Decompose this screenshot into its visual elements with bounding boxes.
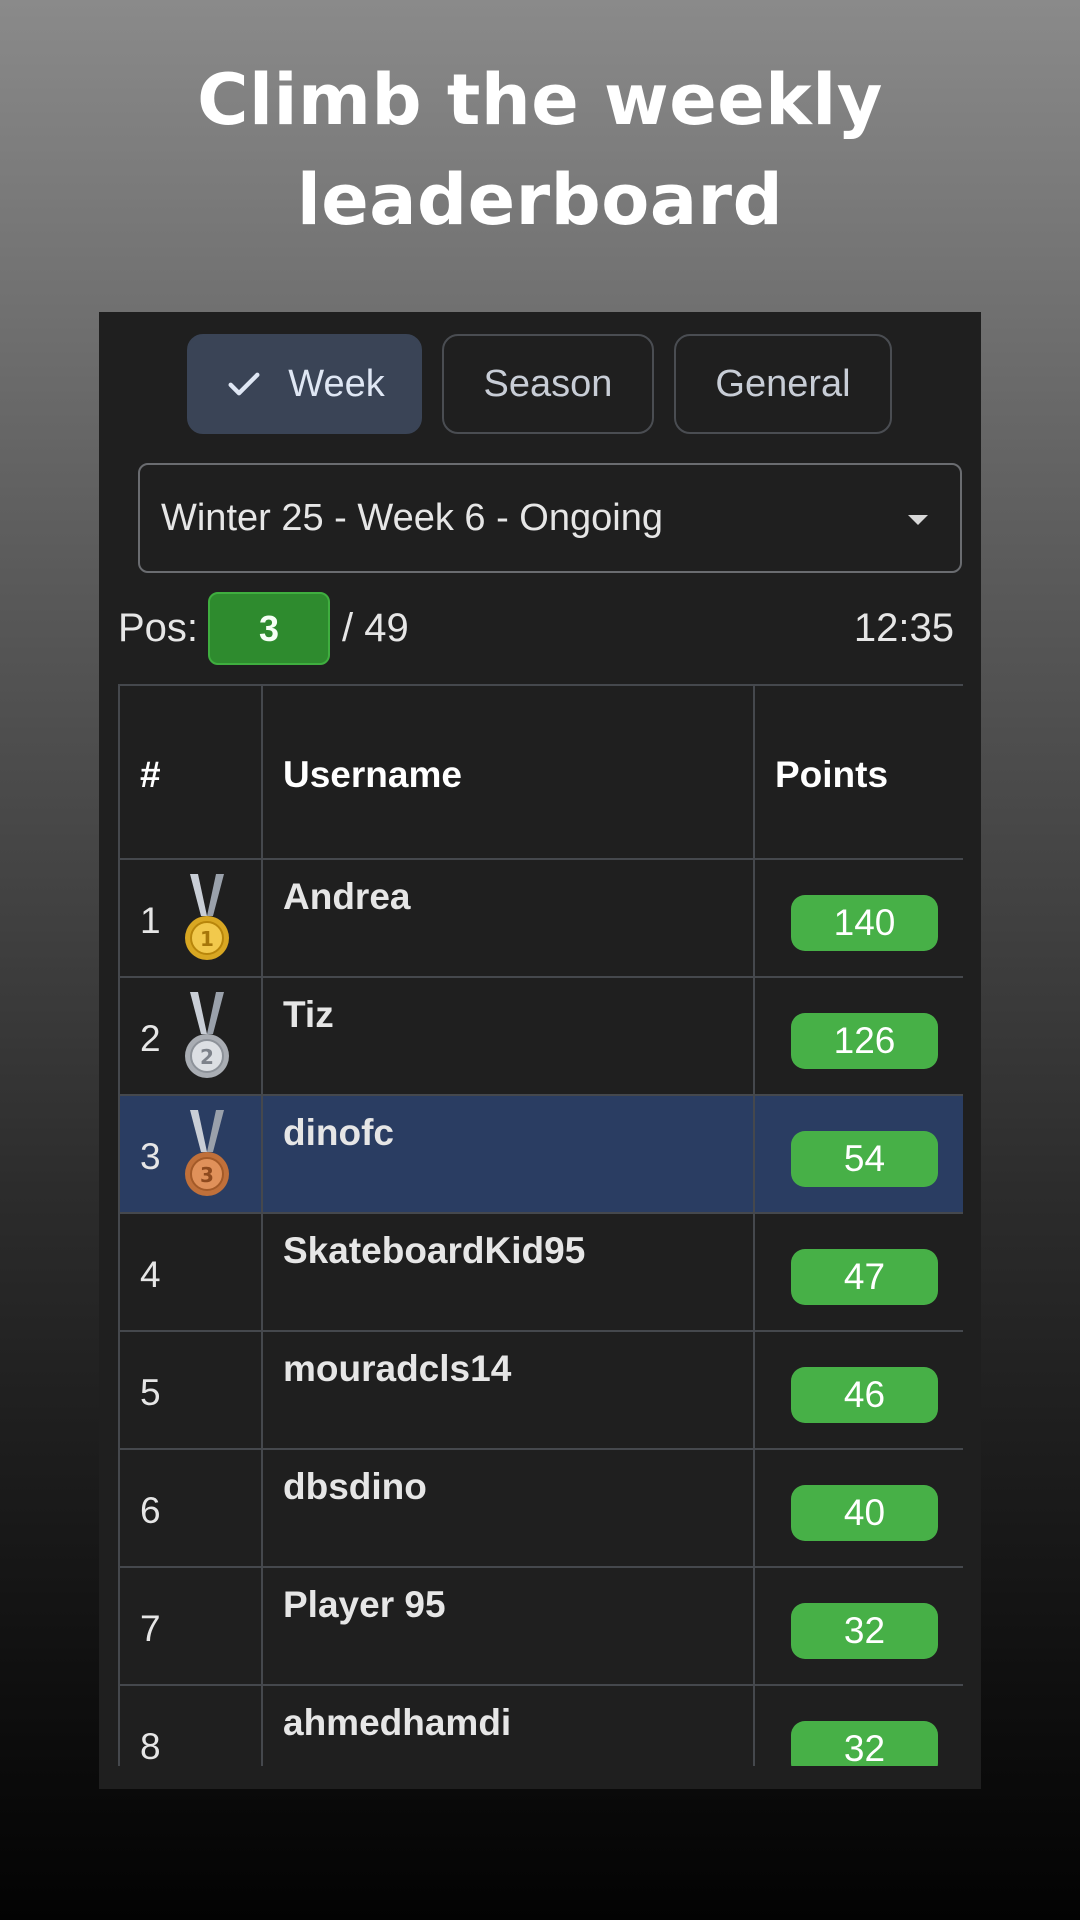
- header-username: Username: [283, 754, 462, 795]
- hero-title-line1: Climb the weekly: [197, 59, 883, 141]
- bronze-medal-icon: 3: [185, 1110, 229, 1196]
- rank-cell: 1: [140, 900, 161, 941]
- rank-cell: 8: [140, 1726, 161, 1766]
- table-row[interactable]: 8 ahmedhamdi 32: [118, 1684, 963, 1766]
- column-divider: [753, 1214, 755, 1330]
- position-label: Pos:: [118, 606, 199, 650]
- points-badge: 46: [791, 1367, 938, 1423]
- time-display: 12:35: [853, 606, 954, 650]
- rank-cell: 3: [140, 1136, 161, 1177]
- hero-title: Climb the weekly leaderboard: [0, 50, 1080, 250]
- hero-title-line2: leaderboard: [296, 159, 784, 241]
- tab-week-label: Week: [288, 362, 385, 405]
- column-divider: [753, 1450, 755, 1566]
- column-divider: [118, 1332, 120, 1448]
- rank-cell: 2: [140, 1018, 161, 1059]
- silver-medal-icon: 2: [185, 992, 229, 1078]
- points-badge: 47: [791, 1249, 938, 1305]
- svg-text:1: 1: [200, 927, 214, 951]
- points-badge: 126: [791, 1013, 938, 1069]
- column-divider: [118, 1450, 120, 1566]
- column-divider: [118, 1686, 120, 1766]
- points-badge: 140: [791, 895, 938, 951]
- column-divider: [753, 860, 755, 976]
- tab-general-label: General: [715, 362, 851, 405]
- username-cell: dinofc: [283, 1112, 394, 1153]
- tab-week[interactable]: Week: [187, 334, 422, 434]
- column-divider: [753, 1686, 755, 1766]
- column-divider: [118, 978, 120, 1094]
- leaderboard-table: # Username Points 1 1 Andrea 140 2 2 Tiz…: [118, 684, 963, 1766]
- username-cell: ahmedhamdi: [283, 1702, 512, 1743]
- username-cell: Player 95: [283, 1584, 446, 1625]
- column-divider: [753, 1332, 755, 1448]
- points-badge: 54: [791, 1131, 938, 1187]
- table-row-current-user[interactable]: 3 3 dinofc 54: [118, 1094, 963, 1212]
- tab-season-label: Season: [483, 362, 613, 405]
- tab-general[interactable]: General: [674, 334, 892, 434]
- check-icon: [228, 372, 260, 396]
- username-cell: Tiz: [283, 994, 334, 1035]
- points-badge: 32: [791, 1721, 938, 1766]
- position-total: / 49: [342, 606, 409, 650]
- column-divider: [261, 1214, 263, 1330]
- table-row[interactable]: 2 2 Tiz 126: [118, 976, 963, 1094]
- dropdown-caret-icon: [908, 515, 928, 525]
- table-row[interactable]: 4 SkateboardKid95 47: [118, 1212, 963, 1330]
- rank-cell: 5: [140, 1372, 161, 1413]
- column-divider: [753, 686, 755, 858]
- column-divider: [261, 978, 263, 1094]
- position-badge: 3: [208, 592, 330, 665]
- username-cell: Andrea: [283, 876, 411, 917]
- column-divider: [118, 686, 120, 858]
- gold-medal-icon: 1: [185, 874, 229, 960]
- rank-cell: 4: [140, 1254, 161, 1295]
- position-row: Pos: 3 / 49 12:35: [99, 590, 981, 668]
- column-divider: [118, 1214, 120, 1330]
- table-row[interactable]: 7 Player 95 32: [118, 1566, 963, 1684]
- rank-cell: 7: [140, 1608, 161, 1649]
- leaderboard-panel: Week Season General Winter 25 - Week 6 -…: [99, 312, 981, 1789]
- header-points: Points: [775, 754, 889, 795]
- column-divider: [261, 686, 263, 858]
- period-tabs: Week Season General: [99, 334, 981, 434]
- username-cell: SkateboardKid95: [283, 1230, 586, 1271]
- column-divider: [753, 1096, 755, 1212]
- username-cell: mouradcls14: [283, 1348, 512, 1389]
- username-cell: dbsdino: [283, 1466, 427, 1507]
- column-divider: [753, 978, 755, 1094]
- svg-text:3: 3: [200, 1163, 214, 1187]
- svg-text:2: 2: [200, 1045, 214, 1069]
- table-header: # Username Points: [118, 684, 963, 858]
- column-divider: [261, 1450, 263, 1566]
- period-select-value: Winter 25 - Week 6 - Ongoing: [161, 496, 663, 539]
- column-divider: [118, 1568, 120, 1684]
- column-divider: [261, 1686, 263, 1766]
- column-divider: [118, 1096, 120, 1212]
- column-divider: [753, 1568, 755, 1684]
- column-divider: [261, 1332, 263, 1448]
- table-row[interactable]: 6 dbsdino 40: [118, 1448, 963, 1566]
- column-divider: [118, 860, 120, 976]
- header-rank: #: [140, 754, 161, 795]
- table-row[interactable]: 1 1 Andrea 140: [118, 858, 963, 976]
- table-row[interactable]: 5 mouradcls14 46: [118, 1330, 963, 1448]
- column-divider: [261, 860, 263, 976]
- column-divider: [261, 1568, 263, 1684]
- column-divider: [261, 1096, 263, 1212]
- tab-season[interactable]: Season: [442, 334, 654, 434]
- period-select[interactable]: Winter 25 - Week 6 - Ongoing: [138, 463, 962, 573]
- points-badge: 40: [791, 1485, 938, 1541]
- points-badge: 32: [791, 1603, 938, 1659]
- rank-cell: 6: [140, 1490, 161, 1531]
